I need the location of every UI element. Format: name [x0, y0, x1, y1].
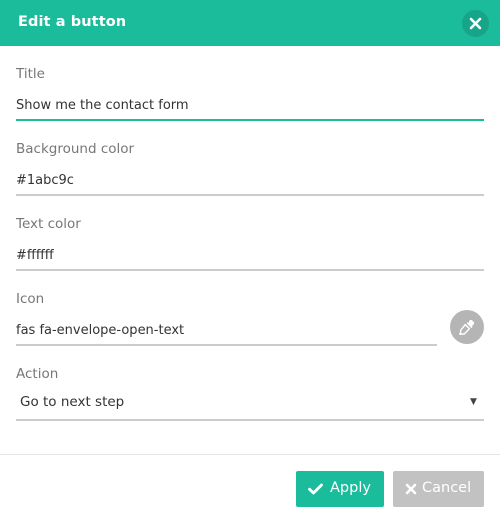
text-color-underline	[16, 269, 484, 271]
title-label: Title	[16, 66, 45, 82]
close-icon	[469, 17, 482, 30]
edit-button-dialog: Edit a button Title Background color Tex…	[0, 0, 500, 523]
icon-picker-button[interactable]	[450, 310, 484, 344]
title-field: Title	[16, 66, 484, 122]
dialog-header: Edit a button	[0, 0, 500, 46]
action-underline	[16, 419, 484, 421]
text-color-label: Text color	[16, 216, 81, 232]
action-selected-value: Go to next step	[20, 394, 125, 410]
check-icon	[308, 483, 323, 495]
footer-divider	[0, 454, 500, 455]
background-color-underline	[16, 194, 484, 196]
title-underline	[16, 119, 484, 121]
action-field: Action Go to next step ▼	[16, 366, 484, 422]
action-select[interactable]: Go to next step ▼	[16, 366, 484, 422]
icon-field: Icon	[16, 291, 437, 347]
icon-input[interactable]	[16, 319, 437, 341]
icon-underline	[16, 344, 437, 346]
dialog-title: Edit a button	[18, 14, 127, 30]
background-color-input[interactable]	[16, 169, 484, 191]
caret-down-icon: ▼	[470, 397, 477, 407]
title-input[interactable]	[16, 94, 484, 116]
cancel-button[interactable]: Cancel	[393, 471, 484, 507]
icon-label: Icon	[16, 291, 45, 307]
background-color-label: Background color	[16, 141, 135, 157]
eyedropper-icon	[459, 319, 475, 335]
times-icon	[405, 483, 417, 495]
text-color-field: Text color	[16, 216, 484, 272]
cancel-label: Cancel	[422, 480, 472, 496]
apply-button[interactable]: Apply	[296, 471, 384, 507]
text-color-input[interactable]	[16, 244, 484, 266]
close-button[interactable]	[462, 10, 489, 37]
background-color-field: Background color	[16, 141, 484, 197]
apply-label: Apply	[330, 480, 371, 496]
